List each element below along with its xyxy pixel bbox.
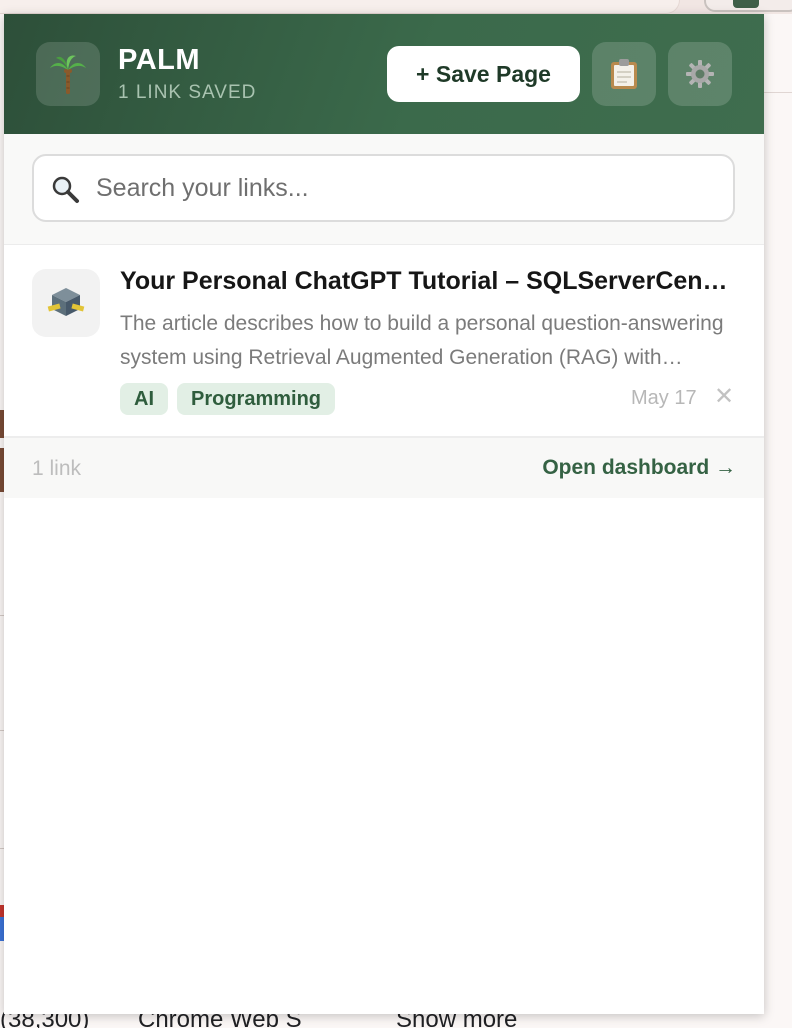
search-area (4, 134, 764, 245)
popup-header: PALM 1 LINK SAVED + Save Page (4, 14, 764, 134)
palm-tree-icon (36, 42, 100, 106)
link-date: May 17 (631, 387, 697, 409)
save-page-button[interactable]: + Save Page (387, 46, 580, 102)
open-dashboard-link[interactable]: Open dashboard → (542, 456, 736, 480)
search-input[interactable] (96, 166, 716, 210)
search-field[interactable] (32, 154, 735, 222)
magnifier-icon (52, 176, 79, 203)
saved-links-count: 1 LINK SAVED (118, 82, 257, 103)
browser-address-bar[interactable] (0, 0, 680, 14)
tag-ai[interactable]: AI (120, 383, 168, 415)
tag-programming[interactable]: Programming (177, 383, 336, 415)
clipboard-icon (611, 59, 637, 89)
palm-extension-icon[interactable] (733, 0, 759, 8)
link-description: The article describes how to build a per… (120, 312, 724, 369)
settings-button[interactable] (668, 42, 732, 106)
link-list-item[interactable]: Your Personal ChatGPT Tutorial – SQLServ… (4, 245, 764, 438)
popup-footer: 1 link Open dashboard → (4, 438, 764, 498)
gear-icon (686, 60, 714, 88)
link-count: 1 link (32, 457, 82, 480)
delete-link-icon[interactable]: ✕ (712, 384, 736, 410)
link-title[interactable]: Your Personal ChatGPT Tutorial – SQLServ… (120, 267, 732, 296)
extension-popup: PALM 1 LINK SAVED + Save Page Search you… (4, 14, 764, 1014)
app-title: PALM (118, 44, 201, 76)
background-divider (764, 92, 792, 93)
clipboard-button[interactable] (592, 42, 656, 106)
site-logo-icon (32, 269, 100, 337)
